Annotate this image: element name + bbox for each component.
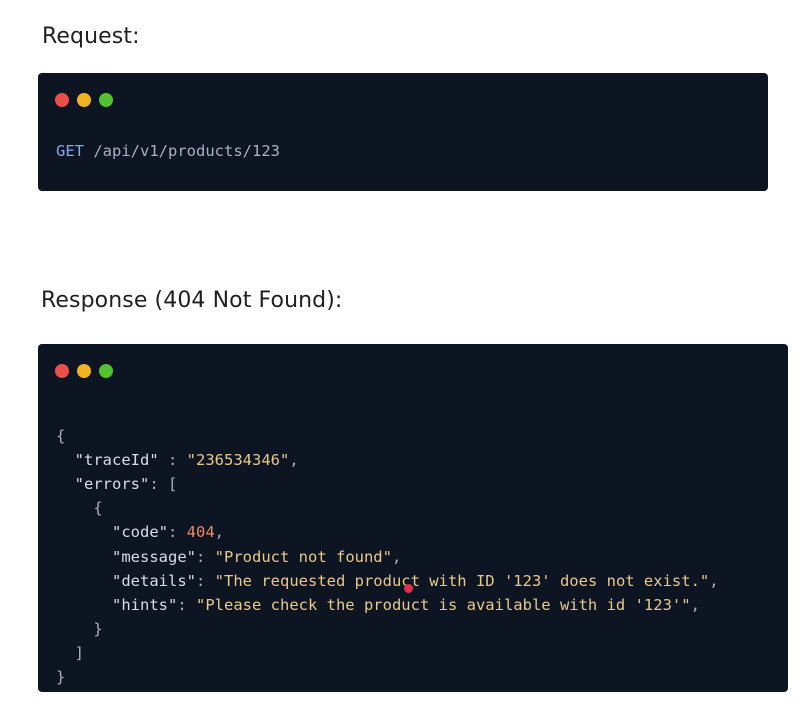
json-line: { (56, 427, 66, 446)
response-heading: Response (404 Not Found): (41, 288, 343, 313)
json-line: "traceId" : "236534346", (74, 451, 299, 470)
code-key: "code" (112, 523, 168, 542)
json-line: } (93, 619, 103, 638)
message-value: "Product not found" (214, 547, 392, 566)
maximize-dot-icon (99, 364, 113, 378)
close-dot-icon (55, 364, 69, 378)
response-json: { "traceId" : "236534346", "errors": [ {… (56, 400, 719, 703)
message-key: "message" (112, 547, 196, 566)
minimize-dot-icon (77, 364, 91, 378)
close-dot-icon (55, 93, 69, 107)
json-line: ] (74, 643, 85, 662)
request-path: /api/v1/products/123 (93, 142, 280, 160)
maximize-dot-icon (99, 93, 113, 107)
json-line: { (93, 499, 103, 518)
json-line: "errors": [ (74, 475, 178, 494)
minimize-dot-icon (77, 93, 91, 107)
trace-id-key: "traceId" (74, 451, 159, 470)
trace-id-value: "236534346" (186, 451, 290, 470)
response-code-window: { "traceId" : "236534346", "errors": [ {… (38, 344, 788, 692)
json-line: } (56, 668, 66, 687)
request-code: GET /api/v1/products/123 (56, 141, 280, 161)
details-value: "The requested product with ID '123' doe… (214, 571, 710, 590)
code-value: 404 (186, 523, 215, 542)
pointer-dot-icon (404, 584, 413, 593)
details-key: "details" (112, 571, 196, 590)
hints-value: "Please check the product is available w… (196, 595, 691, 614)
json-line: "hints": "Please check the product is av… (112, 595, 700, 614)
hints-key: "hints" (112, 595, 178, 614)
json-line: "details": "The requested product with I… (112, 571, 719, 590)
request-heading: Request: (42, 24, 140, 49)
json-line: "code": 404, (112, 523, 225, 542)
errors-key: "errors" (74, 475, 150, 494)
json-line: "message": "Product not found", (112, 547, 402, 566)
request-code-window: GET /api/v1/products/123 (38, 73, 768, 191)
http-method: GET (56, 142, 84, 160)
